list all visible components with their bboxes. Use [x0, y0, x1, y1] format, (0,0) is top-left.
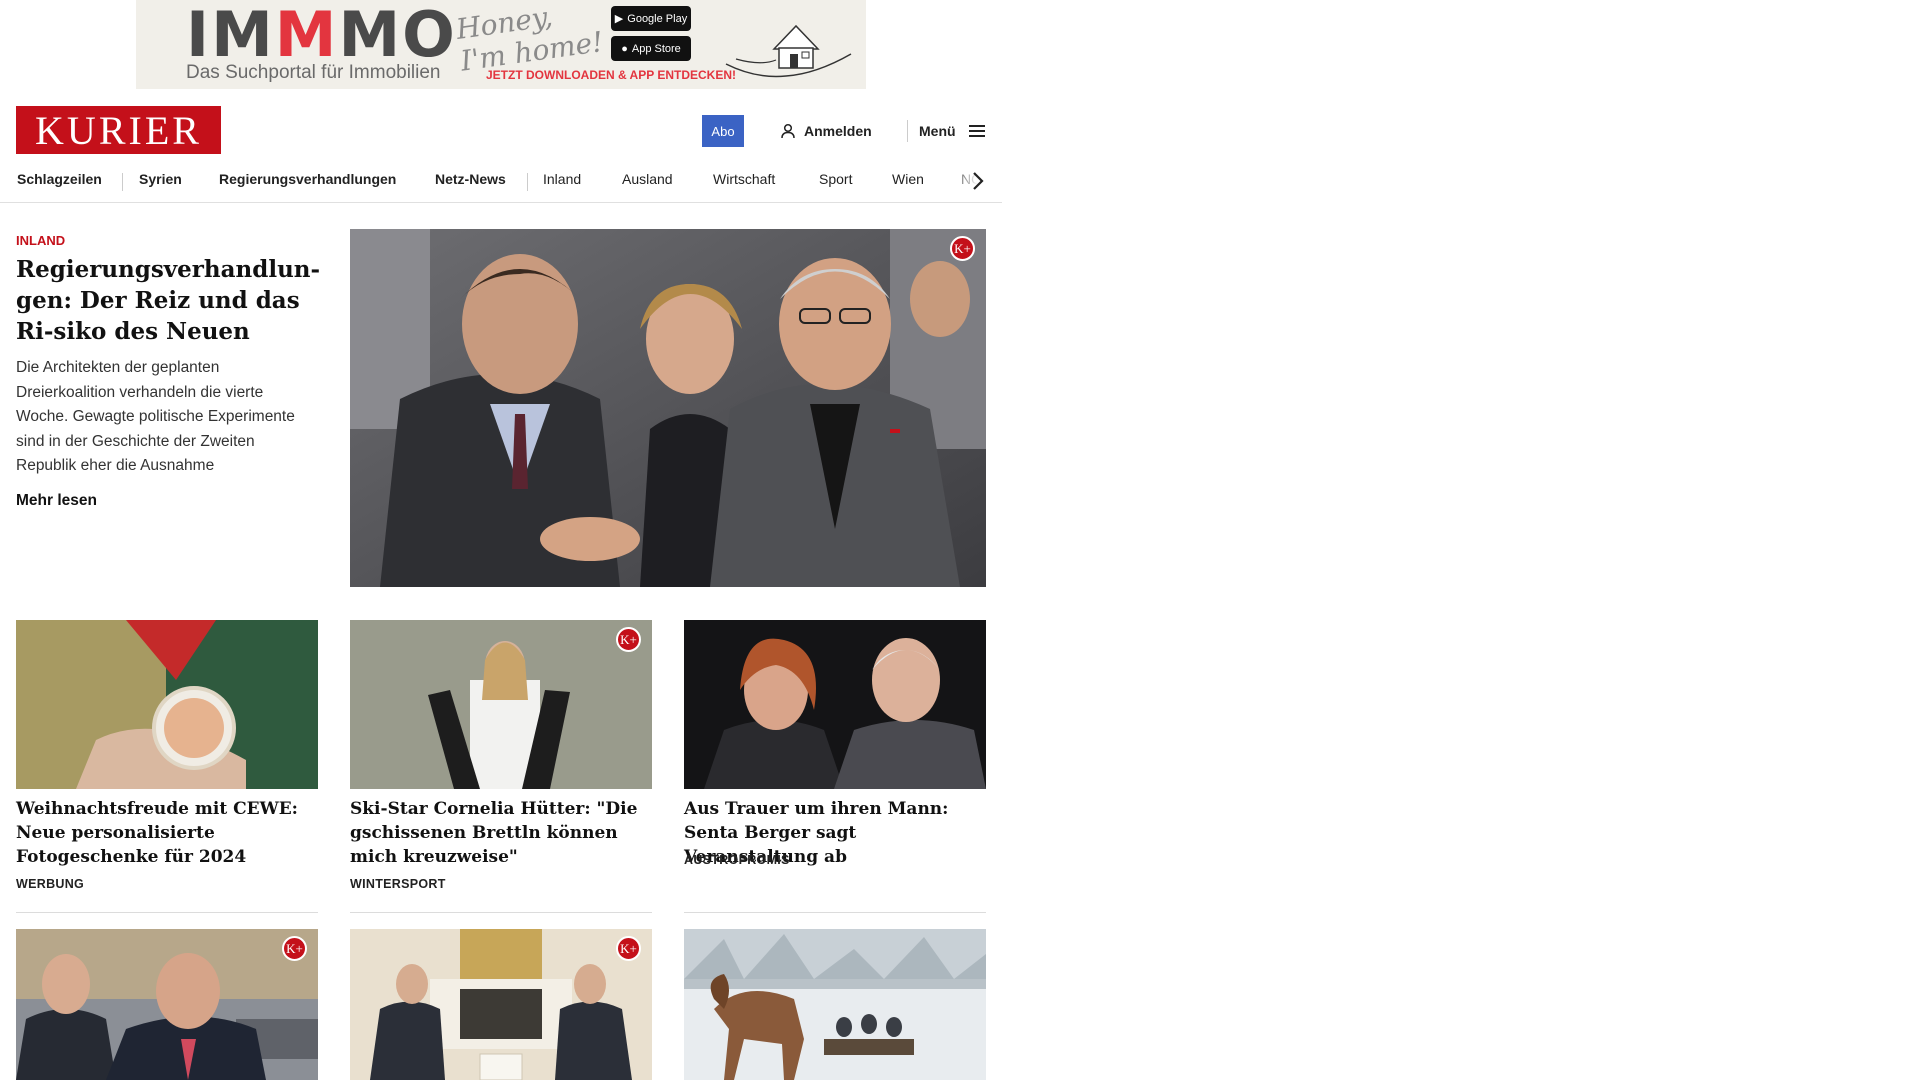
ad-script-text: Honey, I'm home! [454, 0, 606, 78]
login-link[interactable]: Anmelden [780, 120, 872, 142]
card-image[interactable]: K+ [350, 620, 652, 789]
nav-item-regierungsverhandlungen[interactable]: Regierungsverhandlungen [219, 171, 396, 187]
kurier-logo[interactable]: KURIER [16, 106, 221, 154]
nav-item-sport[interactable]: Sport [819, 171, 852, 187]
card-image[interactable] [684, 620, 986, 789]
card-photo-berger [684, 620, 986, 789]
card-image[interactable] [684, 929, 986, 1080]
ad-banner[interactable]: IMMMO Das Suchportal für Immobilien Hone… [136, 0, 866, 89]
card-title[interactable]: Weihnachtsfreude mit CEWE: Neue personal… [16, 797, 318, 869]
google-play-badge[interactable]: ▶ Google Play [611, 6, 691, 31]
hero-image[interactable]: K+ [350, 229, 986, 587]
nav-item-wirtschaft[interactable]: Wirtschaft [713, 171, 775, 187]
card-divider [16, 912, 318, 913]
card-photo-sleigh [684, 929, 986, 1080]
login-label: Anmelden [804, 123, 872, 139]
app-store-badge[interactable]: ● App Store [611, 36, 691, 61]
premium-badge: K+ [616, 936, 641, 961]
hero-kicker[interactable]: INLAND [16, 233, 65, 248]
card-photo-huetter [350, 620, 652, 789]
card-category[interactable]: AUSTROPROMIS [684, 853, 790, 867]
ad-cta: JETZT DOWNLOADEN & APP ENTDECKEN! [486, 68, 737, 82]
card-divider [684, 912, 986, 913]
abo-button[interactable]: Abo [702, 115, 744, 147]
menu-label: Menü [919, 123, 956, 139]
nav-item-schlagzeilen[interactable]: Schlagzeilen [17, 171, 102, 187]
premium-badge: K+ [282, 936, 307, 961]
apple-icon: ● [621, 42, 628, 55]
header-divider [907, 120, 908, 142]
ad-brand: IMMMO [186, 0, 457, 71]
nav-item-wien[interactable]: Wien [892, 171, 924, 187]
card-photo-politicians [16, 929, 318, 1080]
card-photo-summit [350, 929, 652, 1080]
card-photo-cewe [16, 620, 318, 789]
nav-divider [122, 173, 123, 191]
play-icon: ▶ [614, 13, 624, 25]
nav-item-inland[interactable]: Inland [543, 171, 581, 187]
card-image[interactable] [16, 620, 318, 789]
nav-divider [527, 173, 528, 191]
card-category[interactable]: WINTERSPORT [350, 877, 446, 891]
premium-badge: K+ [950, 236, 975, 261]
nav-item-netz-news[interactable]: Netz-News [435, 171, 506, 187]
chevron-right-icon[interactable] [968, 169, 988, 193]
card-divider [350, 912, 652, 913]
hero-teaser: Die Architekten der geplanten Dreierkoal… [16, 359, 295, 474]
card-image[interactable]: K+ [16, 929, 318, 1080]
nav-item-syrien[interactable]: Syrien [139, 171, 182, 187]
user-icon [781, 123, 795, 139]
card-category[interactable]: WERBUNG [16, 877, 84, 891]
hand-house-icon [725, 24, 852, 78]
nav-item-ausland[interactable]: Ausland [622, 171, 673, 187]
read-more-link[interactable]: Mehr lesen [16, 492, 97, 510]
menu-button[interactable]: Menü [919, 120, 986, 142]
ad-subline: Das Suchportal für Immobilien [186, 62, 441, 83]
card-image[interactable]: K+ [350, 929, 652, 1080]
hero-title[interactable]: Regierungsverhandlun-gen: Der Reiz und d… [16, 254, 320, 347]
card-title[interactable]: Ski-Star Cornelia Hütter: "Die gschissen… [350, 797, 652, 869]
hamburger-icon [968, 125, 985, 137]
premium-badge: K+ [616, 627, 641, 652]
section-nav: Schlagzeilen Syrien Regierungsverhandlun… [0, 161, 1002, 203]
hero-photo [350, 229, 986, 587]
